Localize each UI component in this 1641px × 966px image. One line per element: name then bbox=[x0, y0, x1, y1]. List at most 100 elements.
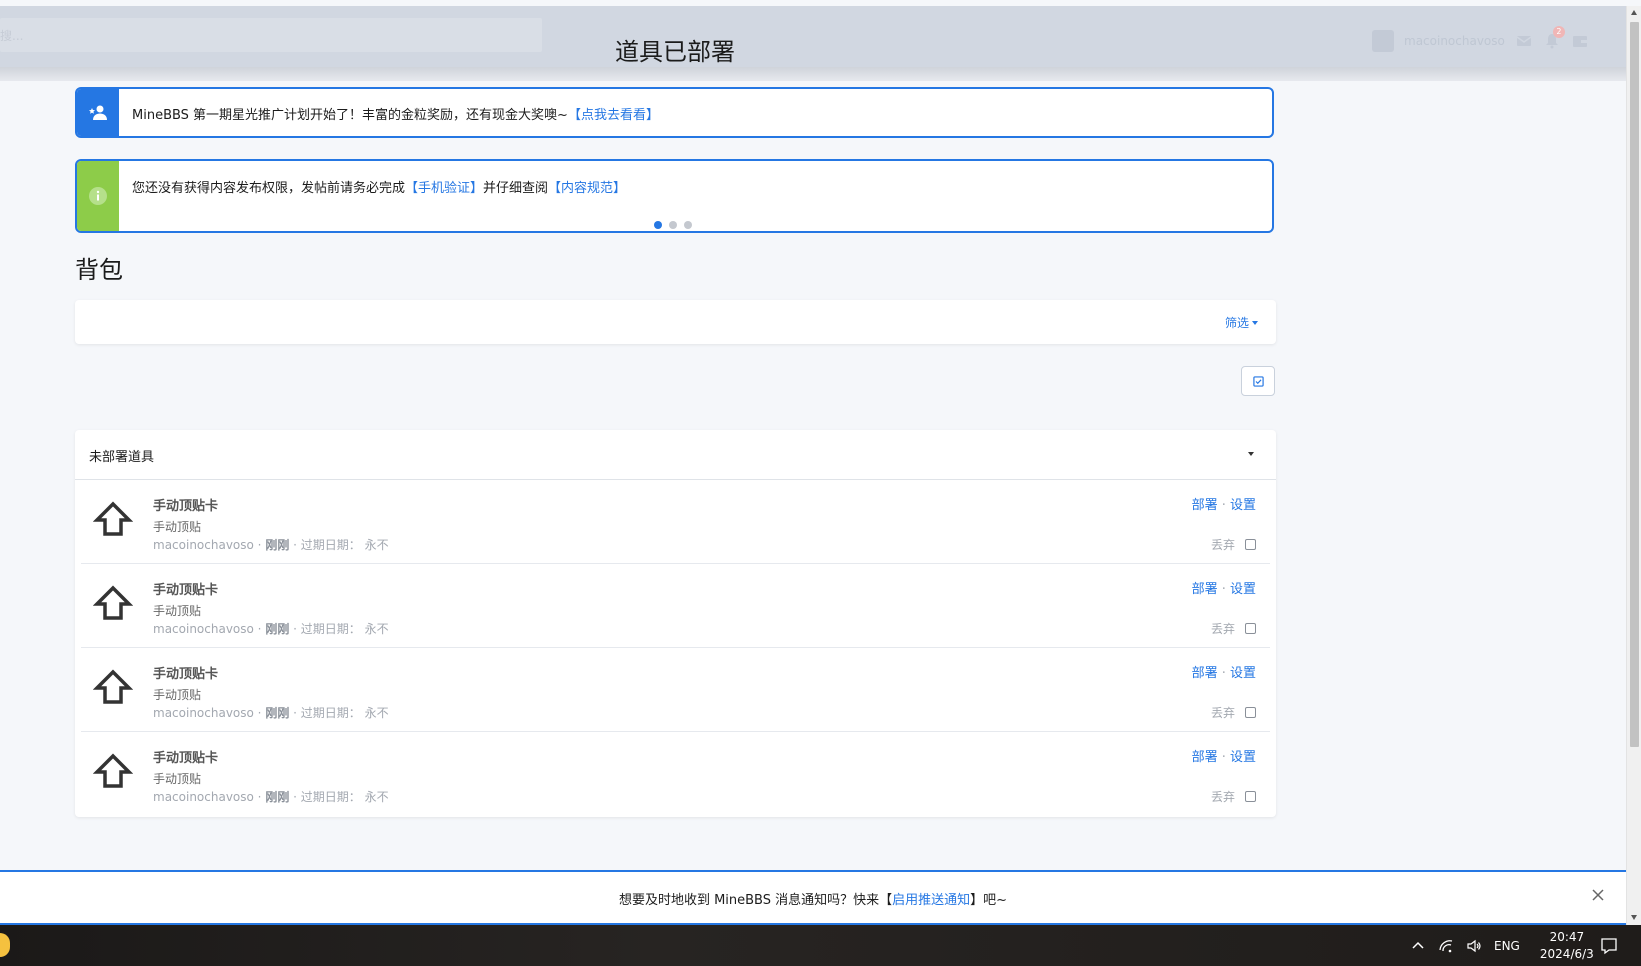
taskbar-clock[interactable]: 20:47 2024/6/3 bbox=[1532, 929, 1602, 963]
item-expire-label: 过期日期： bbox=[300, 790, 361, 804]
item-meta: macoinochavoso · 刚刚 · 过期日期： 永不 bbox=[153, 622, 389, 636]
item-user[interactable]: macoinochavoso bbox=[153, 790, 254, 804]
push-banner-suffix: 】吧~ bbox=[970, 893, 1008, 908]
panel-header[interactable]: 未部署道具 bbox=[75, 430, 1276, 480]
search-input[interactable]: 搜... bbox=[0, 18, 542, 52]
header-bar: 搜... 道具已部署 macoinochavoso 2 bbox=[0, 6, 1626, 67]
discard-checkbox[interactable] bbox=[1245, 539, 1256, 550]
deploy-link[interactable]: 部署 bbox=[1192, 750, 1218, 765]
page-title: 背包 bbox=[75, 256, 123, 284]
item-expire-label: 过期日期： bbox=[300, 622, 361, 636]
scroll-down-arrow-icon[interactable] bbox=[1631, 915, 1637, 920]
arrow-up-outline-icon bbox=[93, 585, 133, 620]
item-actions: 部署 · 设置 bbox=[1191, 666, 1256, 681]
item-user[interactable]: macoinochavoso bbox=[153, 538, 254, 552]
filter-bar: 筛选 bbox=[75, 300, 1276, 344]
settings-link[interactable]: 设置 bbox=[1230, 498, 1256, 513]
list-item: 手动顶贴卡 手动顶贴 macoinochavoso · 刚刚 · 过期日期： 永… bbox=[81, 564, 1270, 648]
search-placeholder: 搜... bbox=[0, 29, 24, 43]
taskbar-app-icon[interactable] bbox=[0, 933, 10, 957]
discard-checkbox[interactable] bbox=[1245, 707, 1256, 718]
item-user[interactable]: macoinochavoso bbox=[153, 622, 254, 636]
notice-permission-middle: 并仔细查阅 bbox=[483, 181, 549, 196]
enable-push-link[interactable]: 启用推送通知 bbox=[892, 893, 970, 908]
filter-button[interactable]: 筛选 bbox=[1225, 314, 1258, 331]
taskbar: ENG 20:47 2024/6/3 bbox=[0, 925, 1641, 966]
settings-link[interactable]: 设置 bbox=[1230, 750, 1256, 765]
item-time: 刚刚 bbox=[265, 706, 290, 720]
chevron-down-icon[interactable] bbox=[1248, 452, 1254, 456]
discard-label: 丢弃 bbox=[1210, 538, 1235, 552]
item-time: 刚刚 bbox=[265, 538, 290, 552]
notice-promo: MineBBS 第一期星光推广计划开始了！丰富的金粒奖励，还有现金大奖噢~【点我… bbox=[75, 87, 1274, 138]
action-center-icon[interactable] bbox=[1600, 937, 1618, 955]
deploy-link[interactable]: 部署 bbox=[1192, 582, 1218, 597]
item-user[interactable]: macoinochavoso bbox=[153, 706, 254, 720]
carousel-dot-1[interactable] bbox=[654, 221, 662, 229]
discard-label: 丢弃 bbox=[1210, 790, 1235, 804]
notice-promo-text: MineBBS 第一期星光推广计划开始了！丰富的金粒奖励，还有现金大奖噢~【点我… bbox=[132, 104, 659, 123]
settings-link[interactable]: 设置 bbox=[1230, 666, 1256, 681]
clock-date: 2024/6/3 bbox=[1539, 946, 1594, 961]
chevron-down-icon bbox=[1252, 320, 1258, 325]
notification-count-badge: 2 bbox=[1552, 26, 1565, 38]
wifi-icon[interactable] bbox=[1438, 938, 1454, 954]
item-actions: 部署 · 设置 bbox=[1191, 750, 1256, 765]
select-all-button[interactable] bbox=[1241, 366, 1275, 396]
item-desc: 手动顶贴 bbox=[153, 520, 202, 534]
push-banner-text: 想要及时地收到 MineBBS 消息通知吗？快来【启用推送通知】吧~ bbox=[0, 889, 1626, 908]
chevron-up-icon[interactable] bbox=[1410, 938, 1426, 954]
carousel-dot-2[interactable] bbox=[669, 221, 677, 229]
notice-promo-link[interactable]: 【点我去看看】 bbox=[568, 108, 659, 123]
notice-permission-text: 您还没有获得内容发布权限，发帖前请务必完成【手机验证】并仔细查阅【内容规范】 bbox=[132, 177, 626, 196]
item-expire-label: 过期日期： bbox=[300, 538, 361, 552]
discard-checkbox[interactable] bbox=[1245, 623, 1256, 634]
item-time: 刚刚 bbox=[265, 790, 290, 804]
wallet-icon[interactable] bbox=[1571, 32, 1589, 50]
item-expire-value: 永不 bbox=[364, 706, 389, 720]
deploy-link[interactable]: 部署 bbox=[1192, 666, 1218, 681]
scroll-up-arrow-icon[interactable] bbox=[1631, 10, 1637, 15]
item-title: 手动顶贴卡 bbox=[153, 751, 219, 766]
item-expire-value: 永不 bbox=[364, 790, 389, 804]
avatar[interactable] bbox=[1372, 30, 1394, 52]
scroll-thumb[interactable] bbox=[1630, 22, 1639, 747]
filter-label: 筛选 bbox=[1224, 316, 1249, 330]
item-expire-value: 永不 bbox=[364, 622, 389, 636]
page-scrollbar[interactable] bbox=[1626, 6, 1641, 925]
item-meta: macoinochavoso · 刚刚 · 过期日期： 永不 bbox=[153, 790, 389, 804]
item-meta: macoinochavoso · 刚刚 · 过期日期： 永不 bbox=[153, 706, 389, 720]
list-item: 手动顶贴卡 手动顶贴 macoinochavoso · 刚刚 · 过期日期： 永… bbox=[81, 732, 1270, 816]
arrow-up-outline-icon bbox=[93, 501, 133, 536]
item-time: 刚刚 bbox=[265, 622, 290, 636]
notice-promo-message: MineBBS 第一期星光推广计划开始了！丰富的金粒奖励，还有现金大奖噢~ bbox=[132, 108, 568, 123]
deploy-link[interactable]: 部署 bbox=[1192, 498, 1218, 513]
volume-icon[interactable] bbox=[1466, 938, 1482, 954]
phone-verify-link[interactable]: 【手机验证】 bbox=[405, 181, 483, 196]
site-header: 搜... 道具已部署 macoinochavoso 2 bbox=[0, 6, 1626, 81]
discard-label: 丢弃 bbox=[1210, 706, 1235, 720]
toast-message: 道具已部署 bbox=[615, 38, 735, 66]
push-notification-banner: 想要及时地收到 MineBBS 消息通知吗？快来【启用推送通知】吧~ bbox=[0, 870, 1626, 925]
close-icon[interactable] bbox=[1590, 887, 1606, 903]
item-expire-value: 永不 bbox=[364, 538, 389, 552]
bell-icon[interactable]: 2 bbox=[1543, 26, 1565, 50]
language-indicator[interactable]: ENG bbox=[1494, 939, 1520, 953]
user-nav: macoinochavoso 2 bbox=[1372, 26, 1589, 56]
item-title: 手动顶贴卡 bbox=[153, 667, 219, 682]
panel-title: 未部署道具 bbox=[89, 450, 155, 465]
mail-icon[interactable] bbox=[1515, 32, 1533, 50]
content-rules-link[interactable]: 【内容规范】 bbox=[548, 181, 626, 196]
notice-permission-message: 您还没有获得内容发布权限，发帖前请务必完成 bbox=[132, 181, 406, 196]
item-title: 手动顶贴卡 bbox=[153, 499, 219, 514]
settings-link[interactable]: 设置 bbox=[1230, 582, 1256, 597]
system-tray: ENG 20:47 2024/6/3 bbox=[1410, 925, 1602, 966]
username-link[interactable]: macoinochavoso bbox=[1404, 34, 1505, 48]
notice-permission: 您还没有获得内容发布权限，发帖前请务必完成【手机验证】并仔细查阅【内容规范】 bbox=[75, 159, 1274, 233]
discard-checkbox[interactable] bbox=[1245, 791, 1256, 802]
item-discard: 丢弃 bbox=[1211, 704, 1256, 721]
arrow-up-outline-icon bbox=[93, 753, 133, 788]
carousel-dots bbox=[654, 221, 692, 229]
carousel-dot-3[interactable] bbox=[684, 221, 692, 229]
item-discard: 丢弃 bbox=[1211, 620, 1256, 637]
